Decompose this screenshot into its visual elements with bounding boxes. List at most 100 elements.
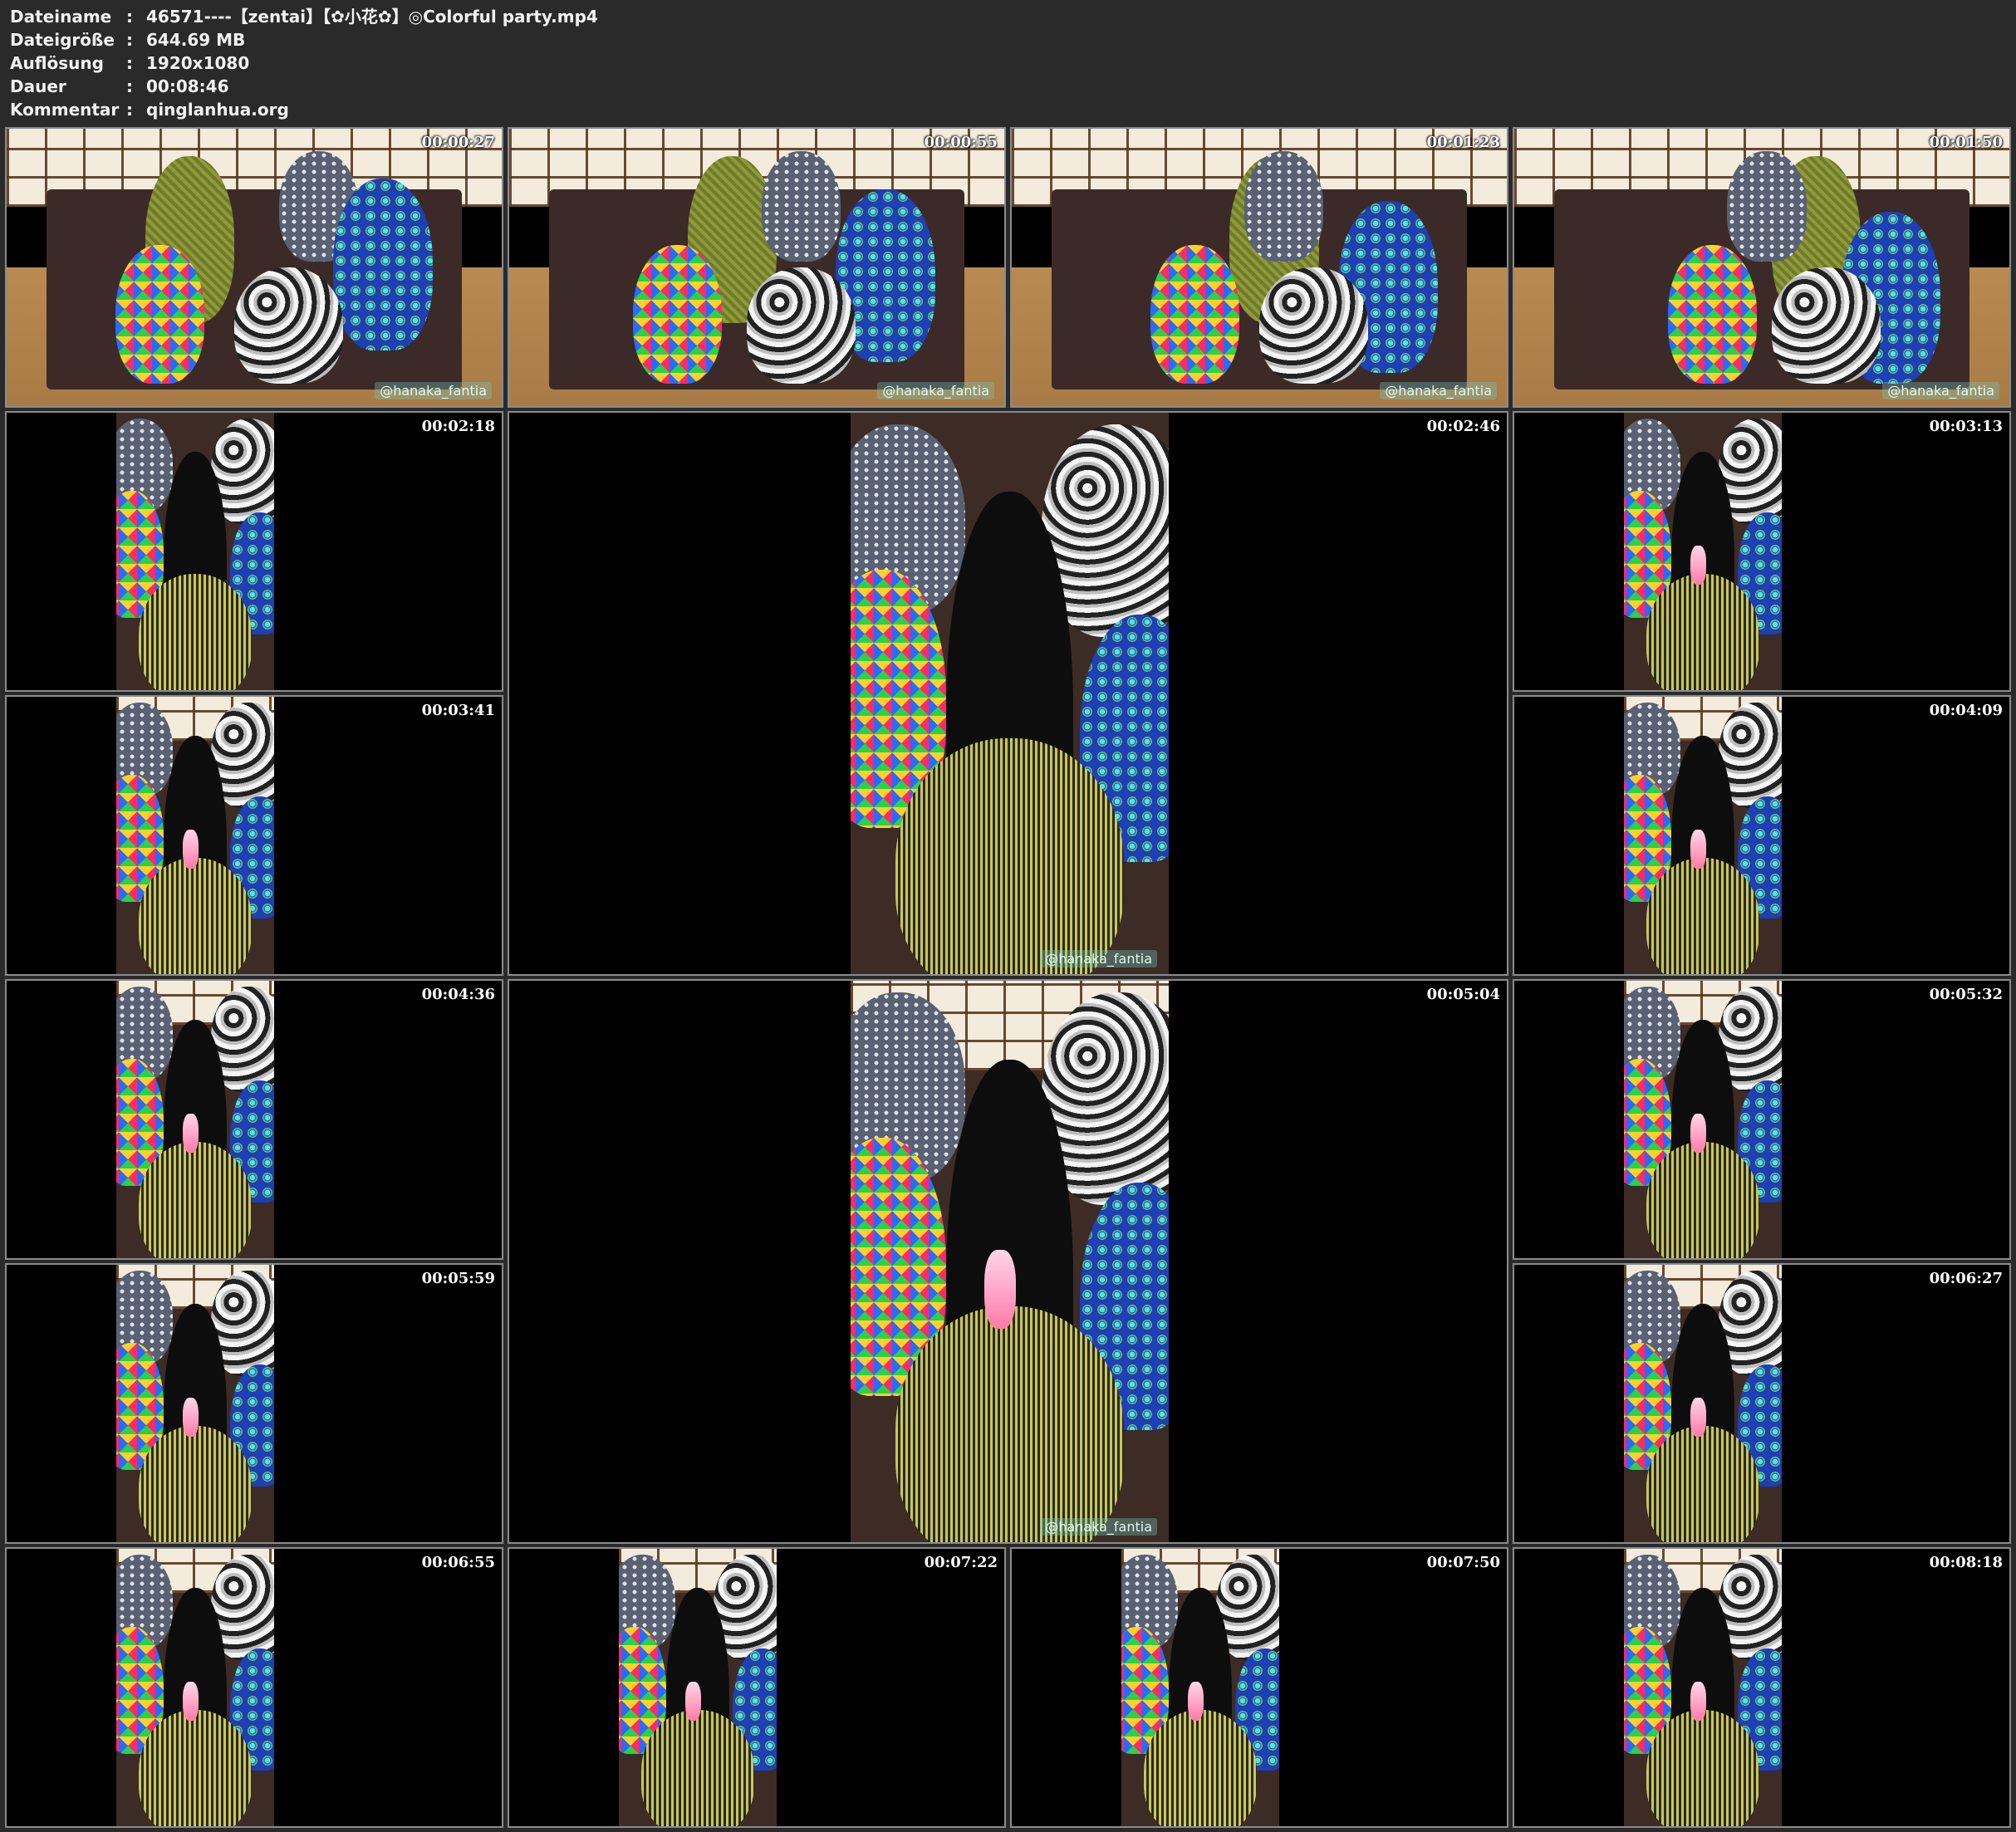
scene xyxy=(1624,981,1782,1258)
video-thumbnail[interactable]: 00:03:41 xyxy=(5,695,503,976)
figure-shape xyxy=(138,1709,253,1826)
timestamp-label: 00:01:23 xyxy=(1426,134,1500,151)
video-thumbnail[interactable]: 00:02:18 xyxy=(5,411,503,692)
frame-image xyxy=(116,413,274,690)
video-thumbnail[interactable]: 00:05:32 xyxy=(1513,979,2011,1260)
scene xyxy=(116,1549,274,1826)
timestamp-label: 00:05:32 xyxy=(1929,986,2003,1003)
frame-image xyxy=(116,1549,274,1826)
video-thumbnail[interactable]: 00:05:04 @hanaka_fantia xyxy=(508,979,1508,1544)
figure-shape xyxy=(1727,150,1807,262)
watermark-label: @hanaka_fantia xyxy=(1380,382,1497,399)
frame-image xyxy=(619,1549,777,1826)
video-thumbnail[interactable]: 00:01:50 @hanaka_fantia xyxy=(1513,127,2011,408)
video-thumbnail[interactable]: 00:07:50 xyxy=(1010,1547,1508,1828)
timestamp-label: 00:07:50 xyxy=(1426,1554,1500,1571)
timestamp-label: 00:00:55 xyxy=(924,134,998,151)
scene xyxy=(851,981,1169,1542)
video-thumbnail[interactable]: 00:04:36 xyxy=(5,979,503,1260)
frame-image xyxy=(851,981,1169,1542)
video-thumbnail[interactable]: 00:06:27 xyxy=(1513,1263,2011,1544)
video-thumbnail[interactable]: 00:00:27 @hanaka_fantia xyxy=(5,127,503,408)
frame-image xyxy=(1514,129,2009,406)
video-thumbnail[interactable]: 00:01:23 @hanaka_fantia xyxy=(1010,127,1508,408)
figure-shape xyxy=(1690,546,1706,585)
scene xyxy=(1624,413,1782,690)
frame-image xyxy=(116,1265,274,1542)
video-thumbnail[interactable]: 00:02:46 @hanaka_fantia xyxy=(508,411,1508,976)
scene xyxy=(116,697,274,974)
scene xyxy=(1514,129,2009,406)
figure-shape xyxy=(182,1398,199,1438)
frame-image xyxy=(1624,981,1782,1258)
figure-shape xyxy=(182,830,199,869)
timestamp-label: 00:04:09 xyxy=(1929,702,2003,719)
scene xyxy=(1121,1549,1279,1826)
frame-image xyxy=(7,129,502,406)
figure-shape xyxy=(684,1682,701,1722)
figure-shape xyxy=(1667,245,1758,385)
timestamp-label: 00:06:55 xyxy=(421,1554,495,1571)
scene xyxy=(619,1549,777,1826)
video-thumbnail[interactable]: 00:03:13 xyxy=(1513,411,2011,692)
figure-shape xyxy=(1646,857,1760,974)
video-thumbnail[interactable]: 00:04:09 xyxy=(1513,695,2011,976)
video-thumbnail[interactable]: 00:00:55 @hanaka_fantia xyxy=(508,127,1006,408)
figure-shape xyxy=(761,150,841,262)
figure-shape xyxy=(1690,1398,1706,1438)
timestamp-label: 00:03:13 xyxy=(1929,418,2003,435)
scene xyxy=(1624,1549,1782,1826)
figure-shape xyxy=(182,1682,199,1722)
timestamp-label: 00:07:22 xyxy=(924,1554,998,1571)
frame-image xyxy=(1121,1549,1279,1826)
timestamp-label: 00:02:46 xyxy=(1426,418,1500,435)
timestamp-label: 00:08:18 xyxy=(1929,1554,2003,1571)
frame-image xyxy=(1624,1265,1782,1542)
figure-shape xyxy=(1771,267,1881,385)
frame-image xyxy=(851,413,1169,974)
figure-shape xyxy=(747,267,856,385)
scene xyxy=(116,981,274,1258)
frame-image xyxy=(1624,697,1782,974)
scene xyxy=(509,129,1004,406)
video-thumbnail[interactable]: 00:06:55 xyxy=(5,1547,503,1828)
figure-shape xyxy=(633,245,723,385)
figure-shape xyxy=(640,1709,755,1826)
scene xyxy=(7,129,502,406)
scene xyxy=(116,1265,274,1542)
frame-image xyxy=(116,981,274,1258)
figure-shape xyxy=(138,857,253,974)
timestamp-label: 00:03:41 xyxy=(421,702,495,719)
watermark-label: @hanaka_fantia xyxy=(1040,950,1157,967)
figure-shape xyxy=(1646,1709,1760,1826)
figure-shape xyxy=(138,1425,253,1542)
figure-shape xyxy=(234,267,344,385)
timestamp-label: 00:04:36 xyxy=(421,986,495,1003)
frame-image xyxy=(1012,129,1507,406)
watermark-label: @hanaka_fantia xyxy=(877,382,994,399)
figure-shape xyxy=(1187,1682,1204,1722)
timestamp-label: 00:00:27 xyxy=(421,134,495,151)
thumbnail-grid: 00:00:27 @hanaka_fantia 00:00:55 @hanaka_fa… xyxy=(0,0,2016,1832)
scene xyxy=(116,413,274,690)
figure-shape xyxy=(1646,1425,1760,1542)
timestamp-label: 00:02:18 xyxy=(421,418,495,435)
scene xyxy=(1624,697,1782,974)
frame-image xyxy=(1624,1549,1782,1826)
figure-shape xyxy=(1143,1709,1258,1826)
figure-shape xyxy=(983,1250,1017,1330)
figure-shape xyxy=(895,1306,1125,1542)
watermark-label: @hanaka_fantia xyxy=(1040,1518,1157,1536)
frame-image xyxy=(116,697,274,974)
figure-shape xyxy=(1150,245,1240,385)
timestamp-label: 00:01:50 xyxy=(1929,134,2003,151)
timestamp-label: 00:05:04 xyxy=(1426,986,1500,1003)
scene xyxy=(1012,129,1507,406)
figure-shape xyxy=(1259,267,1369,385)
video-thumbnail[interactable]: 00:08:18 xyxy=(1513,1547,2011,1828)
figure-shape xyxy=(115,245,205,385)
frame-image xyxy=(1624,413,1782,690)
figure-shape xyxy=(1646,1141,1760,1258)
video-thumbnail[interactable]: 00:07:22 xyxy=(508,1547,1006,1828)
video-thumbnail[interactable]: 00:05:59 xyxy=(5,1263,503,1544)
